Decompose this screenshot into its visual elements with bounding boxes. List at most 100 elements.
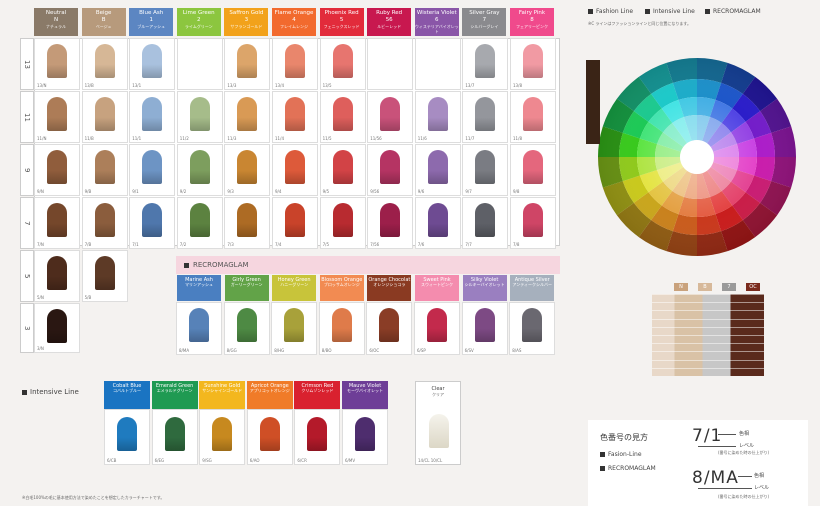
hue-header: Fairy Pink 8 フェアリーピンク [510, 8, 554, 36]
hue-header: Silver Gray 7 シルバーグレイ [462, 8, 507, 36]
swatch-code: 9/1 [132, 189, 139, 194]
swatch-cell: 7/4 [272, 197, 318, 249]
swatch-code: 5/N [37, 295, 44, 300]
hair-swatch [94, 203, 115, 237]
recroma-jp: アンティークシルバー [512, 282, 552, 287]
intensive-header: Apricot Orange アプリコットオレンジ [246, 381, 293, 409]
swatch-cell: 11/2 [176, 91, 223, 143]
recroma-jp: マリンアッシュ [185, 282, 213, 287]
hair-swatch [331, 308, 352, 342]
level-label: 9 [20, 144, 34, 196]
hue-header: Ruby Red 56 ルビーレッド [367, 8, 412, 36]
hair-swatch [427, 150, 448, 184]
swatch-code: 13/7 [465, 83, 475, 88]
swatch-cell [414, 38, 461, 90]
level-label: 13 [20, 38, 34, 90]
swatch-code: 7/7 [465, 242, 472, 247]
footnote: ※白毛100%の毛に基本使用方法で染めたことを想定したカラーチャートです。 [22, 495, 165, 500]
mini-row-line [652, 359, 764, 361]
square-bullet-icon [588, 9, 593, 14]
swatch-cell: 11/1 [129, 91, 176, 143]
swatch-code: 8/BO [321, 348, 332, 353]
hair-swatch [523, 150, 543, 184]
recroma-jp: ガーリーグリーン [230, 282, 263, 287]
intensive-cell: 9/SG [199, 409, 246, 465]
swatch-code: 8/GG [226, 348, 237, 353]
intensive-line-title: Intensive Line [22, 388, 79, 396]
example-2-hue: 色相 [754, 473, 765, 479]
example-2-level: レベル [754, 485, 770, 491]
swatch-code: 11/8 [513, 136, 522, 141]
swatch-cell: 9/4 [272, 144, 318, 196]
swatch-code: 11/1 [132, 136, 142, 141]
example-1-line1 [718, 434, 736, 435]
recroma-jp: ブロッサムオレンジ [323, 282, 360, 287]
recroma-header: Sweet Pink スウィートピンク [415, 275, 459, 301]
hair-swatch [332, 203, 353, 237]
example-1-note: (番号に染めた時の仕上がり) [718, 450, 770, 455]
swatch-cell: 11/4 [272, 91, 318, 143]
square-bullet-icon [600, 466, 605, 471]
hue-code: 1 [149, 16, 153, 23]
swatch-code: 6/CR [297, 458, 307, 463]
hue-header: Beige B ベージュ [81, 8, 126, 36]
intensive-cell: 6/MV [342, 409, 388, 465]
intensive-jp: クリムゾンレッド [301, 388, 334, 393]
hair-swatch [47, 256, 67, 290]
hair-swatch [475, 97, 496, 131]
swatch-cell: 11/56 [367, 91, 414, 143]
hue-code: 5 [339, 16, 344, 23]
wheel-center [680, 140, 714, 174]
hair-swatch [523, 97, 543, 131]
hue-header: Blue Ash 1 ブルーアッシュ [129, 8, 174, 36]
swatch-code: 9/56 [370, 189, 380, 194]
hair-swatch [427, 203, 448, 237]
legend-intensive: Intensive Line [645, 8, 695, 15]
swatch-code: 11/56 [370, 136, 382, 141]
hair-swatch [47, 309, 67, 343]
swatch-code: 6/MV [345, 458, 356, 463]
intensive-cell: 6/EG [151, 409, 198, 465]
hair-swatch [142, 150, 163, 184]
hair-swatch [427, 308, 447, 342]
intensive-jp: アプリコットオレンジ [249, 388, 290, 393]
recroma-cell: 8/HG [271, 302, 318, 355]
hue-header: Saffron Gold 3 サフランゴールド [224, 8, 269, 36]
swatch-code: 6/CB [107, 458, 117, 463]
swatch-code: 9/SG [202, 458, 212, 463]
hue-name: Blue Ash [139, 10, 164, 16]
level-text: 11 [23, 112, 31, 122]
hair-swatch [189, 97, 210, 131]
swatch-code: 9/4 [275, 189, 282, 194]
hair-swatch [522, 308, 543, 342]
level-text: 3 [23, 325, 31, 331]
swatch-code: 7/5 [322, 242, 330, 247]
swatch-code: 11/2 [179, 136, 189, 141]
recroma-jp: シルキーバイオレット [464, 282, 505, 287]
mini-row-line [652, 318, 764, 320]
recroma-header: Orange Chocolat オレンジショコラ [367, 275, 412, 301]
recromaglam-banner: RECROMAGLAM [176, 256, 560, 274]
clear-jp: クリア [432, 392, 444, 397]
swatch-cell: 7/1 [129, 197, 176, 249]
hue-jp: フレイムレンジ [280, 23, 308, 29]
clear-swatch [429, 414, 449, 448]
hue-name: Ruby Red [376, 10, 403, 16]
hair-swatch [237, 44, 258, 78]
swatch-cell: 13/B [81, 38, 128, 90]
swatch-code: 13/3 [227, 83, 237, 88]
swatch-code: 8/MA [179, 348, 190, 353]
hue-jp: サフランゴールド [230, 23, 263, 29]
mini-row-line [652, 367, 764, 369]
swatch-cell: 13/5 [319, 38, 366, 90]
hair-swatch [355, 417, 375, 451]
mini-header-code: 7 [727, 284, 731, 290]
swatch-code: 13/8 [513, 83, 522, 88]
swatch-cell [367, 38, 414, 90]
swatch-cell: 7/7 [462, 197, 509, 249]
mini-header: B [698, 283, 712, 291]
hair-swatch [285, 97, 305, 131]
hair-swatch [379, 308, 400, 342]
swatch-cell: 7/B [81, 197, 128, 249]
hair-swatch [94, 150, 115, 184]
